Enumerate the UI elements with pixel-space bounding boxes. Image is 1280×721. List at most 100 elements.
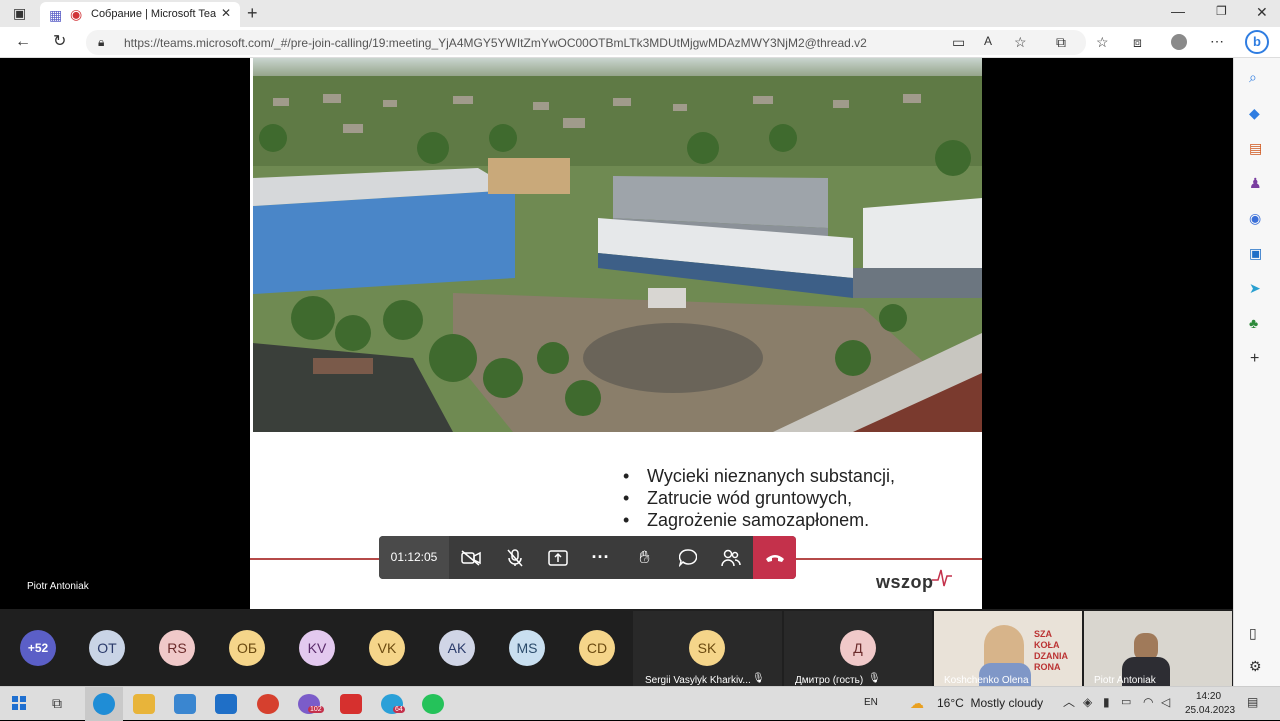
more-icon[interactable]: ⋯ (1210, 34, 1224, 48)
share-button[interactable] (536, 536, 579, 579)
camera-icon[interactable]: ▭ (952, 35, 965, 49)
camera-off-button[interactable] (449, 536, 492, 579)
overflow-participants[interactable]: +52 (20, 630, 56, 666)
favorites-icon[interactable]: ☆ (1096, 35, 1109, 49)
camera-off-icon (460, 549, 481, 566)
start-icon[interactable] (12, 696, 26, 710)
workspaces-icon[interactable]: ▣ (13, 6, 26, 20)
more-actions-button[interactable]: ··· (579, 536, 622, 579)
task-view-icon[interactable]: ⧉ (52, 696, 62, 710)
call-timer: 01:12:05 (379, 536, 449, 579)
aerial-photo (253, 58, 982, 432)
edge-sidebar: ⌕ ◆ ▤ ♟ ◉ ▣ ➤ ♣ + ▯ ⚙ (1233, 58, 1280, 686)
telegram-badge: 64 (393, 706, 405, 713)
edge-icon[interactable] (85, 687, 123, 721)
volume-icon[interactable]: ◁ (1161, 696, 1170, 708)
share-screen-icon (547, 549, 568, 566)
whatsapp-icon[interactable] (422, 694, 444, 714)
file-explorer-icon[interactable] (133, 694, 155, 714)
participant-avatar[interactable]: MS (509, 630, 545, 666)
participants-button[interactable] (709, 536, 752, 579)
raise-hand-button[interactable]: ✋︎ (623, 536, 666, 579)
mic-off-icon (506, 548, 523, 566)
chat-button[interactable] (666, 536, 709, 579)
url-text: https://teams.microsoft.com/_#/pre-join-… (124, 36, 867, 50)
muted-icon: 🎙︎ (868, 673, 881, 684)
add-icon[interactable]: + (1250, 351, 1259, 367)
participant-name: Piotr Antoniak (1094, 675, 1156, 686)
collections-icon[interactable]: ⧈ (1133, 35, 1142, 49)
search-icon[interactable]: ⌕ (1249, 70, 1257, 84)
usb-icon[interactable]: ▮ (1103, 696, 1110, 708)
pdf-reader-icon[interactable] (340, 694, 362, 714)
people-icon (720, 549, 741, 566)
logo-mark-icon (932, 569, 952, 587)
tools-icon[interactable]: ▤ (1249, 141, 1262, 155)
leave-call-button[interactable] (753, 536, 796, 579)
clock-date[interactable]: 25.04.2023 (1185, 705, 1235, 716)
security-icon[interactable]: ◈ (1083, 696, 1092, 708)
tab-teams-meeting[interactable]: ▦ ◉ Собрание | Microsoft Team ✕ (40, 2, 240, 27)
close-tab-icon[interactable]: ✕ (221, 7, 231, 19)
browser-tab-bar: ▣ ▦ ◉ Собрание | Microsoft Team ✕ + — ❐ … (0, 0, 1280, 27)
maximize-icon[interactable]: ❐ (1216, 5, 1227, 17)
favorite-icon[interactable]: ☆ (1014, 35, 1027, 49)
store-icon[interactable] (174, 694, 196, 714)
hang-up-icon (765, 554, 784, 562)
raise-hand-icon: ✋︎ (639, 547, 650, 567)
video-tile[interactable]: SZA KOŁA DZANIA RONA Koshchenko Olena (934, 611, 1082, 686)
participant-avatar: Д (840, 630, 876, 666)
bing-icon[interactable]: b (1245, 30, 1269, 54)
participant-avatar[interactable]: VK (369, 630, 405, 666)
weather-icon: ☁ (910, 695, 924, 711)
banner-text: SZA KOŁA DZANIA RONA (1034, 629, 1068, 672)
participant-avatar[interactable]: AK (439, 630, 475, 666)
muted-icon: 🎙︎ (752, 673, 765, 684)
lock-icon: 🔒︎ (98, 35, 105, 49)
shopping-icon[interactable]: ◆ (1249, 106, 1260, 120)
settings-icon[interactable]: ⚙ (1249, 659, 1262, 673)
clock-time[interactable]: 14:20 (1196, 691, 1221, 702)
wifi-icon[interactable]: ◠ (1143, 696, 1153, 708)
participant-avatar[interactable]: ОБ (229, 630, 265, 666)
weather-text[interactable]: 16°C Mostly cloudy (937, 696, 1043, 710)
games-icon[interactable]: ♟ (1249, 176, 1262, 190)
panel-toggle-icon[interactable]: ▯ (1249, 626, 1257, 640)
slide-bullet-list: Wycieki nieznanych substancji, Zatrucie … (623, 465, 895, 531)
participant-avatar[interactable]: CD (579, 630, 615, 666)
mail-icon[interactable] (215, 694, 237, 714)
viber-badge: 102 (308, 706, 324, 713)
teams-icon: ▦ (49, 7, 63, 23)
participant-avatar[interactable]: KV (299, 630, 335, 666)
battery-icon[interactable]: ▭ (1121, 697, 1131, 708)
participant-avatar[interactable]: OT (89, 630, 125, 666)
read-aloud-icon[interactable]: A (984, 35, 992, 47)
bullet-item: Wycieki nieznanych substancji, (623, 465, 895, 487)
office-icon[interactable]: ◉ (1249, 211, 1261, 225)
tab-title: Собрание | Microsoft Team (91, 8, 216, 20)
refresh-icon[interactable]: ↻ (53, 34, 66, 50)
participant-name: Дмитро (гость) (795, 675, 864, 686)
new-tab-icon[interactable]: + (247, 4, 258, 22)
outlook-icon[interactable]: ▣ (1249, 246, 1262, 260)
send-icon[interactable]: ➤ (1249, 281, 1261, 295)
windows-taskbar: ⧉ 102 64 EN ☁ 16°C Mostly cloudy ︿ ◈ ▮ ▭… (0, 686, 1280, 721)
tree-icon[interactable]: ♣ (1249, 316, 1258, 330)
profile-avatar[interactable] (1171, 34, 1187, 50)
chevron-up-icon[interactable]: ︿ (1063, 696, 1075, 708)
more-icon: ··· (591, 547, 610, 567)
chrome-icon[interactable] (257, 694, 279, 714)
notifications-icon[interactable]: ▤ (1247, 696, 1258, 708)
mute-button[interactable] (493, 536, 536, 579)
bullet-item: Zatrucie wód gruntowych, (623, 487, 895, 509)
call-controls-bar: 01:12:05 ··· ✋︎ (379, 536, 796, 579)
extensions-icon[interactable]: ⧉ (1056, 35, 1066, 49)
participant-avatar[interactable]: RS (159, 630, 195, 666)
video-tile[interactable]: Piotr Antoniak (1084, 611, 1232, 686)
back-icon[interactable]: ← (15, 34, 31, 50)
address-bar[interactable]: 🔒︎ https://teams.microsoft.com/_#/pre-jo… (86, 30, 1086, 55)
participant-avatar: SK (689, 630, 725, 666)
minimize-icon[interactable]: — (1171, 4, 1185, 18)
close-window-icon[interactable]: ✕ (1256, 5, 1268, 19)
language-indicator[interactable]: EN (864, 697, 878, 708)
